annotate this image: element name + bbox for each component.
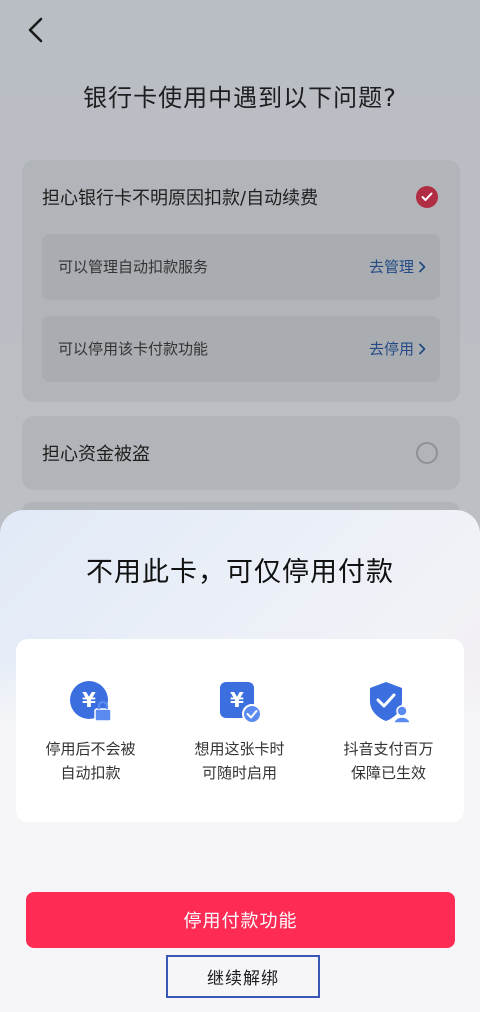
sheet-title: 不用此卡，可仅停用付款	[86, 557, 394, 588]
benefit-text: 保障已生效	[350, 764, 426, 782]
issue-label: 担心银行卡不明原因扣款/自动续费	[42, 188, 319, 209]
benefit-text: 可随时启用	[201, 764, 277, 782]
disable-link-text: 去停用	[368, 340, 414, 358]
manage-link[interactable]: 去管理	[369, 256, 426, 277]
yuan-lock-icon: ¥	[69, 681, 112, 722]
disable-link[interactable]: 去停用	[369, 338, 426, 359]
benefit-insurance: 抖音支付百万 保障已生效	[314, 679, 463, 785]
option-disable-payment[interactable]: 可以停用该卡付款功能 去停用	[42, 316, 440, 382]
benefit-text: 停用后不会被	[45, 740, 136, 758]
option-manage-autopay[interactable]: 可以管理自动扣款服务 去管理	[42, 234, 440, 300]
chevron-right-icon	[419, 261, 426, 272]
yuan-card-check-icon: ¥	[219, 682, 262, 724]
unchecked-icon[interactable]	[416, 442, 438, 464]
chevron-right-icon	[419, 343, 426, 354]
option-label: 可以管理自动扣款服务	[58, 258, 209, 276]
svg-text:¥: ¥	[230, 688, 244, 712]
chevron-left-icon	[28, 17, 43, 43]
benefits-card: ¥ 停用后不会被 自动扣款 ¥ 想用这张卡时 可随时启用 抖音支付百万 保障已生…	[16, 639, 464, 822]
svg-text:¥: ¥	[82, 688, 96, 712]
option-label: 可以停用该卡付款功能	[58, 340, 209, 358]
page-title: 银行卡使用中遇到以下问题?	[83, 84, 397, 112]
disable-payment-button[interactable]: 停用付款功能	[26, 892, 455, 948]
issue-label: 担心资金被盗	[42, 444, 150, 465]
back-button[interactable]	[18, 12, 54, 48]
checked-icon[interactable]	[416, 186, 438, 208]
issue-card-charges[interactable]: 担心银行卡不明原因扣款/自动续费 可以管理自动扣款服务 去管理 可以停用该卡付款…	[22, 160, 460, 402]
benefit-text: 自动扣款	[60, 764, 121, 782]
continue-unbind-button[interactable]: 继续解绑	[166, 955, 320, 998]
issue-card-theft[interactable]: 担心资金被盗	[22, 416, 460, 490]
shield-user-icon	[369, 682, 411, 724]
bottom-sheet: 不用此卡，可仅停用付款 ¥ 停用后不会被 自动扣款 ¥ 想用这张卡时 可随时启用	[0, 510, 480, 1012]
benefit-reenable: ¥ 想用这张卡时 可随时启用	[165, 679, 314, 785]
manage-link-text: 去管理	[368, 258, 414, 276]
benefit-text: 想用这张卡时	[194, 740, 285, 758]
benefit-text: 抖音支付百万	[343, 740, 434, 758]
benefit-no-autopay: ¥ 停用后不会被 自动扣款	[16, 679, 165, 785]
